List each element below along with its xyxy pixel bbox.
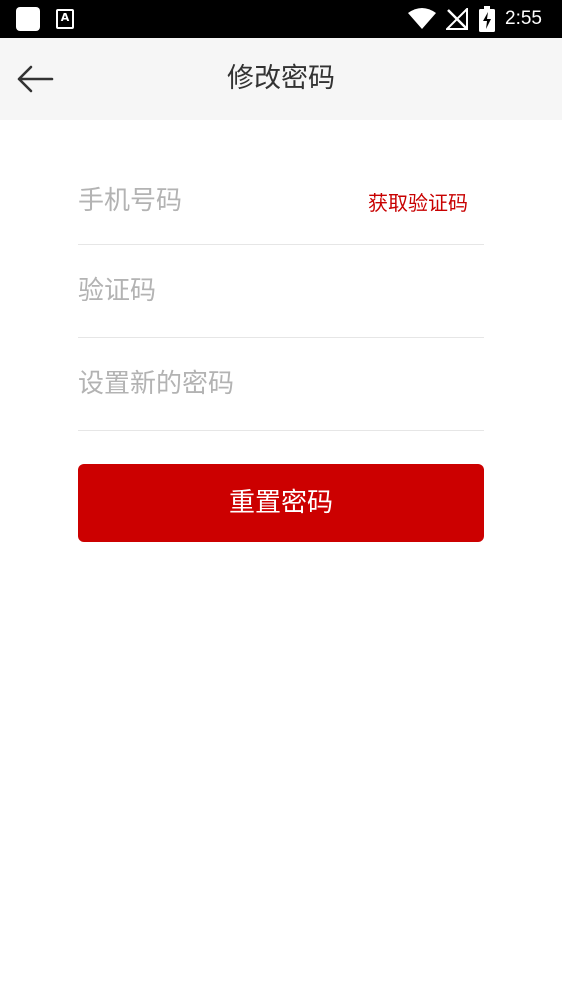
- page-title: 修改密码: [227, 63, 335, 94]
- phone-input[interactable]: [78, 186, 348, 216]
- code-row: [78, 245, 484, 338]
- status-time: 2:55: [505, 8, 542, 29]
- reset-password-form: 获取验证码: [78, 158, 484, 431]
- arrow-left-icon: [17, 65, 54, 93]
- app-header: 修改密码: [0, 38, 562, 120]
- status-bar: A 2:55: [0, 0, 562, 38]
- back-button[interactable]: [10, 55, 60, 103]
- new-password-input[interactable]: [78, 369, 348, 399]
- a-notification-icon: A: [56, 9, 74, 31]
- no-signal-icon: [446, 8, 468, 30]
- reset-password-button[interactable]: 重置密码: [78, 464, 484, 542]
- wifi-icon: [408, 8, 436, 29]
- phone-row: 获取验证码: [78, 158, 484, 245]
- get-code-button[interactable]: 获取验证码: [368, 187, 468, 216]
- app-square-icon: [16, 7, 40, 31]
- new-password-row: [78, 338, 484, 431]
- battery-charging-icon: [479, 6, 495, 32]
- code-input[interactable]: [78, 276, 348, 306]
